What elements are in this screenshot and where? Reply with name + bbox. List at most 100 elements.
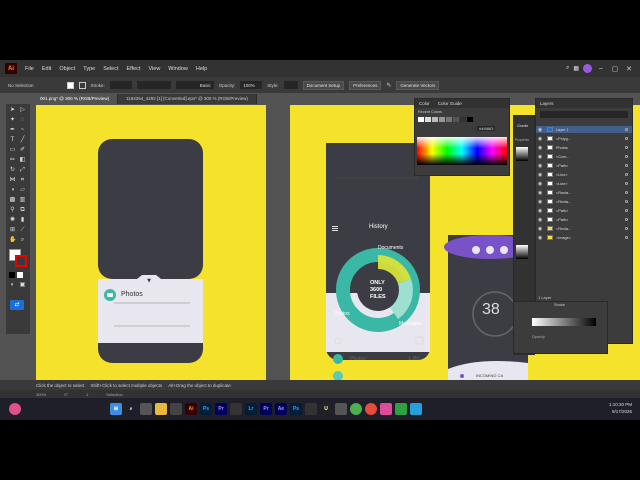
premiere-icon-2[interactable]: Pr (260, 403, 272, 415)
hex-value[interactable]: #4f4863 (477, 126, 496, 131)
tab-layers[interactable]: Layers (540, 101, 554, 106)
draw-mode-icon[interactable]: ◐ (9, 282, 16, 289)
shape-builder-tool-icon[interactable]: ◑ (9, 187, 16, 194)
selection-tool-icon[interactable]: ➤ (9, 107, 16, 114)
color-spectrum[interactable] (417, 137, 507, 165)
layer-row-3[interactable]: ◉ Photos (536, 144, 632, 151)
generate-vectors-button[interactable]: Generate Vectors (396, 80, 440, 90)
app-icon-4[interactable] (380, 403, 392, 415)
avatar[interactable] (583, 64, 592, 73)
pen-tool-icon[interactable]: ✒ (9, 127, 16, 134)
color-mode-icon[interactable] (9, 272, 15, 278)
opacity-field[interactable]: 100% (240, 81, 263, 89)
widgets-icon[interactable] (9, 403, 21, 415)
layer-row-10[interactable]: ◉ <Path> (536, 207, 632, 214)
menu-file[interactable]: File (21, 66, 38, 72)
menu-select[interactable]: Select (99, 66, 122, 72)
layer-row-9[interactable]: ◉ <Recta... (536, 198, 632, 205)
blend-tool-icon[interactable]: ⧉ (19, 207, 26, 214)
perspective-tool-icon[interactable]: ▱ (19, 187, 26, 194)
variable-width-field[interactable] (136, 81, 171, 89)
layer-row-11[interactable]: ◉ <Path> (536, 216, 632, 223)
menu-effect[interactable]: Effect (123, 66, 145, 72)
lightroom-icon[interactable]: Lr (245, 403, 257, 415)
illustrator-icon[interactable]: Ai (185, 403, 197, 415)
preferences-button[interactable]: Preferences (349, 80, 382, 90)
artboard-left[interactable]: ▼ Photos (36, 105, 266, 380)
stroke-style-field[interactable]: Basic (175, 81, 214, 89)
layers-search[interactable] (540, 111, 628, 118)
zoom-level[interactable]: 300% (36, 392, 46, 397)
gradient-tool-icon[interactable]: ▥ (19, 197, 26, 204)
type-tool-icon[interactable]: T (9, 137, 16, 144)
toolbar-edit-button[interactable]: ⇄ (10, 300, 24, 310)
app-icon-3[interactable] (335, 403, 347, 415)
fill-swatch[interactable] (66, 81, 74, 89)
pen-icon[interactable]: ✎ (386, 82, 391, 89)
task-view-icon[interactable] (140, 403, 152, 415)
app-icon-6[interactable] (410, 403, 422, 415)
minimize-button[interactable]: – (596, 65, 606, 72)
direct-selection-tool-icon[interactable]: ▷ (19, 107, 26, 114)
store-icon[interactable] (170, 403, 182, 415)
explorer-icon[interactable] (155, 403, 167, 415)
app-icon-1[interactable] (230, 403, 242, 415)
stroke-swatch[interactable] (78, 81, 86, 89)
gradient-preview-2[interactable] (516, 245, 528, 259)
search-taskbar-icon[interactable]: ⌕ (125, 403, 137, 415)
tab-color-guide[interactable]: Color Guide (438, 101, 462, 106)
width-tool-icon[interactable]: ⋈ (9, 177, 16, 184)
rectangle-tool-icon[interactable]: ▭ (9, 147, 16, 154)
layer-row-12[interactable]: ◉ <Recta... (536, 225, 632, 232)
tab-gradient[interactable]: Gradie (517, 124, 528, 128)
magic-wand-tool-icon[interactable]: ✦ (9, 117, 16, 124)
curvature-tool-icon[interactable]: ~ (19, 127, 26, 134)
premiere-icon[interactable]: Pr (215, 403, 227, 415)
layer-row-5[interactable]: ◉ <Path> (536, 162, 632, 169)
photoshop-icon[interactable]: Ps (200, 403, 212, 415)
start-icon[interactable]: ⊞ (110, 403, 122, 415)
graph-tool-icon[interactable]: ▮ (19, 217, 26, 224)
photoshop-icon-2[interactable]: Ps (290, 403, 302, 415)
layer-row-4[interactable]: ◉ <Com... (536, 153, 632, 160)
zoom-tool-icon[interactable]: ⌕ (19, 237, 26, 244)
symbol-sprayer-tool-icon[interactable]: ✺ (9, 217, 16, 224)
artboard-number[interactable]: 1 (86, 392, 88, 397)
tab-properties[interactable]: Propertie (515, 138, 529, 142)
menu-help[interactable]: Help (192, 66, 211, 72)
app-icon-2[interactable] (305, 403, 317, 415)
scale-tool-icon[interactable]: ⤢ (19, 167, 26, 174)
pencil-tool-icon[interactable]: ✏ (9, 157, 16, 164)
app-icon-5[interactable] (395, 403, 407, 415)
tab-document-2[interactable]: 1184364_4292 [1] [Converted].eps* @ 300 … (118, 94, 257, 104)
unreal-icon[interactable]: U (320, 403, 332, 415)
gradient-slider[interactable] (532, 318, 596, 326)
menu-type[interactable]: Type (79, 66, 99, 72)
chrome-icon-2[interactable] (365, 403, 377, 415)
stroke-color-swatch[interactable] (15, 255, 27, 267)
lasso-tool-icon[interactable]: ◌ (19, 117, 26, 124)
gradient-preview[interactable] (516, 147, 528, 161)
eraser-tool-icon[interactable]: ◧ (19, 157, 26, 164)
chrome-icon[interactable] (350, 403, 362, 415)
gradient-mode-icon[interactable] (17, 272, 23, 278)
menu-object[interactable]: Object (55, 66, 79, 72)
rotation-level[interactable]: 0° (64, 392, 68, 397)
screen-mode-icon[interactable]: ▣ (19, 282, 26, 289)
slice-tool-icon[interactable]: ⟋ (19, 227, 26, 234)
document-setup-button[interactable]: Document Setup (302, 80, 345, 90)
menu-edit[interactable]: Edit (38, 66, 55, 72)
tab-document-1[interactable]: 001.png* @ 300 % (RGB/Preview) (32, 94, 119, 104)
grid-icon[interactable]: ▦ (573, 65, 579, 72)
layer-row-7[interactable]: ◉ <Line> (536, 180, 632, 187)
layer-row-1[interactable]: ◉ Layer 1 (536, 126, 632, 133)
menu-window[interactable]: Window (164, 66, 192, 72)
system-clock[interactable]: 1:10:30 PM 9/17/2026 (609, 402, 632, 415)
hand-tool-icon[interactable]: ✋ (9, 237, 16, 244)
maximize-button[interactable]: ▢ (610, 65, 620, 73)
stroke-field[interactable] (109, 81, 132, 89)
layer-row-8[interactable]: ◉ <Recta... (536, 189, 632, 196)
menu-view[interactable]: View (144, 66, 164, 72)
mesh-tool-icon[interactable]: ▩ (9, 197, 16, 204)
paintbrush-tool-icon[interactable]: ✐ (19, 147, 26, 154)
